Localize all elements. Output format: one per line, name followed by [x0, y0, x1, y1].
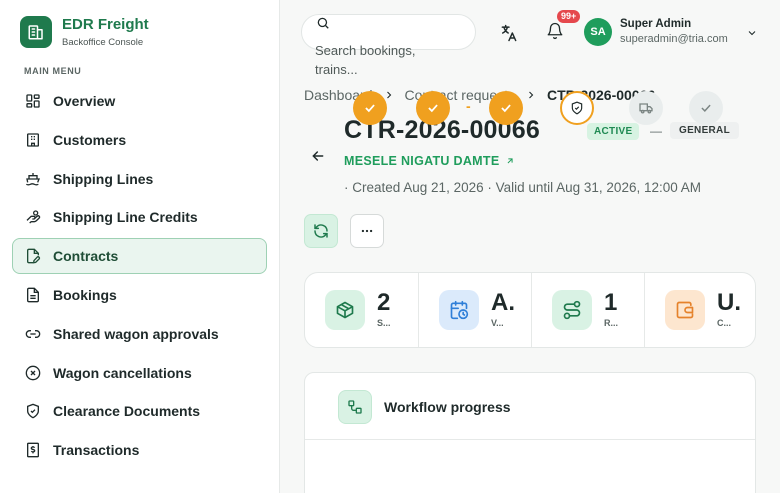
file-pen-icon [25, 248, 41, 264]
title-separator: — [650, 124, 662, 138]
contract-meta: · Created Aug 21, 2026 · Valid until Aug… [344, 180, 701, 195]
workflow-title: Workflow progress [384, 399, 511, 415]
sidebar-item-clearance-documents[interactable]: Clearance Documents [12, 393, 267, 429]
workflow-connector: - [466, 98, 471, 114]
avatar[interactable]: SA [584, 18, 612, 46]
back-arrow-icon[interactable] [310, 148, 326, 169]
building-icon [25, 132, 41, 148]
menu-section-title: MAIN MENU [24, 66, 82, 76]
wallet-icon [665, 290, 705, 330]
workflow-step [489, 91, 523, 125]
building-icon [20, 16, 52, 48]
sidebar-item-shared-wagon-approvals[interactable]: Shared wagon approvals [12, 316, 267, 352]
brand-name: EDR Freight [62, 16, 149, 33]
sidebar-item-label: Transactions [53, 442, 140, 459]
more-actions-button[interactable] [350, 214, 384, 248]
brand[interactable]: EDR Freight Backoffice Console [20, 16, 149, 48]
stat-item: U. C... [644, 273, 755, 347]
search-input[interactable]: Search bookings, trains... [301, 14, 476, 77]
shield-check-icon [571, 101, 583, 115]
hand-coins-icon [25, 209, 41, 225]
stat-value: 2 [377, 289, 391, 316]
sidebar-item-label: Clearance Documents [53, 403, 201, 420]
sidebar-item-shipping-line-credits[interactable]: Shipping Line Credits [12, 199, 267, 235]
stat-label: C... [717, 318, 732, 328]
stat-label: V... [491, 318, 504, 328]
sidebar-item-label: Shipping Lines [53, 170, 154, 187]
stat-item: 1 R... [531, 273, 645, 347]
external-link-icon [508, 158, 514, 164]
search-icon [316, 16, 330, 35]
workflow-card: Workflow progress [304, 372, 756, 493]
sidebar-item-overview[interactable]: Overview [12, 83, 267, 119]
status-badge: ACTIVE [587, 123, 640, 140]
notification-badge: 99+ [557, 10, 581, 23]
workflow-icon [338, 390, 372, 424]
package-icon [325, 290, 365, 330]
truck-icon [639, 103, 653, 114]
brand-subtitle: Backoffice Console [62, 37, 144, 48]
x-circle-icon [25, 365, 41, 381]
sidebar-item-label: Shared wagon approvals [53, 325, 219, 342]
user-email: superadmin@tria.com [620, 33, 728, 45]
route-icon [552, 290, 592, 330]
stat-item: A. V... [418, 273, 532, 347]
stats-card: 2 S... A. V... 1 R... U. C... [304, 272, 756, 348]
stat-value: U. [717, 289, 741, 316]
check-icon [428, 104, 438, 113]
sidebar-item-label: Overview [53, 93, 116, 109]
stat-value: A. [491, 289, 515, 316]
search-placeholder: Search bookings, trains... [315, 43, 416, 77]
sidebar-item-wagon-cancellations[interactable]: Wagon cancellations [12, 355, 267, 391]
stat-value: 1 [604, 289, 618, 316]
sidebar-item-label: Wagon cancellations [53, 364, 192, 381]
grid-icon [25, 93, 41, 109]
customer-name: MESELE NIGATU DAMTE [344, 154, 500, 168]
refresh-button[interactable] [304, 214, 338, 248]
main-menu: Overview Customers Shipping Lines Shippi… [12, 83, 267, 471]
customer-link[interactable]: MESELE NIGATU DAMTE [344, 154, 515, 168]
workflow-header: Workflow progress [305, 373, 755, 440]
chevron-right-icon [525, 89, 537, 101]
refresh-icon [314, 224, 328, 238]
sidebar-item-contracts[interactable]: Contracts [12, 238, 267, 275]
ship-icon [25, 171, 41, 187]
receipt-dollar-icon [25, 442, 41, 458]
user-name[interactable]: Super Admin [620, 18, 691, 30]
check-icon [501, 104, 511, 113]
chevron-down-icon[interactable] [746, 26, 758, 44]
workflow-step [353, 91, 387, 125]
shield-check-icon [25, 403, 41, 419]
bell-icon[interactable] [546, 22, 564, 40]
sidebar-item-transactions[interactable]: Transactions [12, 432, 267, 468]
sidebar: EDR Freight Backoffice Console MAIN MENU… [0, 0, 280, 493]
check-icon [701, 104, 711, 112]
sidebar-item-label: Shipping Line Credits [53, 209, 198, 226]
file-text-icon [25, 287, 41, 303]
stat-label: R... [604, 318, 619, 328]
sidebar-item-bookings[interactable]: Bookings [12, 277, 267, 313]
sidebar-item-label: Contracts [53, 248, 119, 265]
sidebar-item-customers[interactable]: Customers [12, 122, 267, 158]
stat-item: 2 S... [305, 273, 419, 347]
stat-label: S... [377, 318, 391, 328]
sidebar-item-label: Bookings [53, 286, 117, 303]
check-icon [365, 104, 375, 113]
workflow-step [689, 91, 723, 125]
workflow-step [629, 91, 663, 125]
translate-icon[interactable] [499, 23, 519, 43]
sidebar-item-shipping-lines[interactable]: Shipping Lines [12, 161, 267, 197]
link-icon [25, 326, 41, 342]
workflow-step [416, 91, 450, 125]
workflow-step [560, 91, 594, 125]
calendar-clock-icon [439, 290, 479, 330]
more-horizontal-icon [361, 229, 373, 233]
sidebar-item-label: Customers [53, 131, 127, 148]
